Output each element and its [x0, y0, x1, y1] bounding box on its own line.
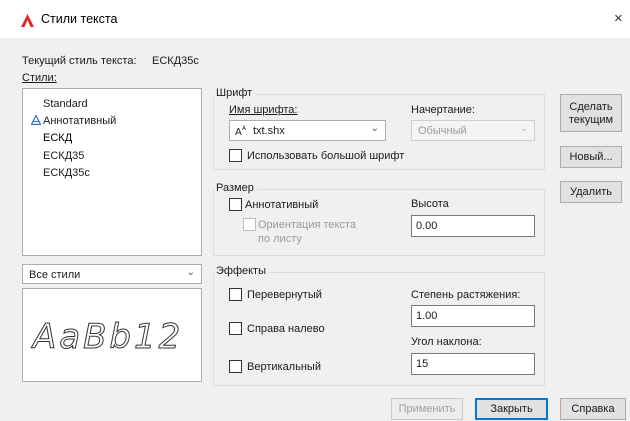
style-filter-value: Все стили	[29, 269, 81, 281]
autocad-logo-icon	[21, 14, 34, 27]
font-name-label: Имя шрифта:	[229, 104, 298, 116]
new-style-button[interactable]: Новый...	[560, 146, 622, 168]
use-big-font-checkbox[interactable]	[229, 149, 242, 162]
match-orientation-checkbox[interactable]	[243, 218, 256, 231]
close-button[interactable]: Закрыть	[475, 398, 548, 420]
svg-text:A: A	[242, 125, 247, 132]
height-value: 0.00	[416, 220, 438, 232]
styles-label: Стили:	[22, 72, 57, 84]
svg-text:A: A	[235, 127, 242, 137]
upside-down-checkbox[interactable]	[229, 288, 242, 301]
height-label: Высота	[411, 198, 449, 210]
font-style-dropdown[interactable]: Обычный ⌄	[411, 120, 535, 141]
match-orientation-label: Ориентация текста	[258, 219, 357, 231]
vertical-label: Вертикальный	[247, 361, 321, 373]
set-current-label-line2: текущим	[568, 114, 614, 126]
size-group-label: Размер	[214, 182, 257, 194]
set-current-button[interactable]: Сделать текущим	[560, 94, 622, 132]
delete-style-button[interactable]: Удалить	[560, 181, 622, 203]
width-factor-label: Степень растяжения:	[411, 289, 521, 301]
effects-group-label: Эффекты	[214, 265, 270, 277]
annotative-label: Аннотативный	[245, 199, 319, 211]
list-item[interactable]: Аннотативный	[43, 115, 116, 127]
list-item[interactable]: ЕСКД35с	[43, 167, 90, 179]
preview-text: AaBb12	[32, 317, 184, 358]
use-big-font-label: Использовать большой шрифт	[247, 150, 405, 162]
match-orientation-label-line2: по листу	[258, 233, 302, 245]
font-style-label: Начертание:	[411, 104, 475, 116]
font-name-value: txt.shx	[253, 125, 285, 137]
current-style-value: ЕСКД35с	[152, 55, 199, 67]
font-style-value: Обычный	[418, 125, 467, 137]
apply-label: Применить	[398, 403, 456, 415]
annotative-checkbox[interactable]	[229, 198, 242, 211]
backwards-checkbox[interactable]	[229, 322, 242, 335]
apply-button[interactable]: Применить	[391, 398, 463, 420]
new-style-label: Новый...	[569, 151, 613, 163]
font-group-label: Шрифт	[214, 87, 256, 99]
oblique-angle-input[interactable]: 15	[411, 353, 535, 375]
annotative-icon	[31, 115, 41, 125]
upside-down-label: Перевернутый	[247, 289, 322, 301]
vertical-checkbox[interactable]	[229, 360, 242, 373]
set-current-label: Сделать	[569, 101, 613, 113]
window-title: Стили текста	[41, 12, 118, 26]
style-preview: AaBb12	[22, 288, 202, 382]
oblique-angle-value: 15	[416, 358, 429, 370]
styles-list[interactable]: Standard Аннотативный ЕСКД ЕСКД35 ЕСКД35…	[22, 88, 202, 256]
list-item-selected[interactable]: ЕСКД	[43, 132, 72, 144]
width-factor-input[interactable]: 1.00	[411, 305, 535, 327]
chevron-down-icon: ⌄	[370, 123, 379, 134]
backwards-label: Справа налево	[247, 323, 325, 335]
current-style-label: Текущий стиль текста:	[22, 55, 137, 67]
style-filter-dropdown[interactable]: Все стили ⌄	[22, 264, 202, 284]
oblique-angle-label: Угол наклона:	[411, 336, 482, 348]
chevron-down-icon: ⌄	[519, 123, 528, 134]
delete-style-label: Удалить	[570, 186, 612, 198]
list-item[interactable]: ЕСКД35	[43, 150, 84, 162]
help-label: Справка	[571, 403, 615, 415]
title-bar[interactable]: Стили текста ×	[0, 0, 630, 38]
font-name-dropdown[interactable]: A A txt.shx ⌄	[229, 120, 386, 141]
close-icon[interactable]: ×	[614, 10, 623, 27]
list-item[interactable]: Standard	[43, 98, 88, 110]
close-label: Закрыть	[490, 403, 533, 415]
help-button[interactable]: Справка	[560, 398, 626, 420]
chevron-down-icon: ⌄	[186, 267, 195, 278]
text-style-dialog: Стили текста × Текущий стиль текста: ЕСК…	[0, 0, 630, 421]
height-input[interactable]: 0.00	[411, 215, 535, 237]
width-factor-value: 1.00	[416, 310, 438, 322]
shx-font-icon: A A	[235, 125, 247, 137]
